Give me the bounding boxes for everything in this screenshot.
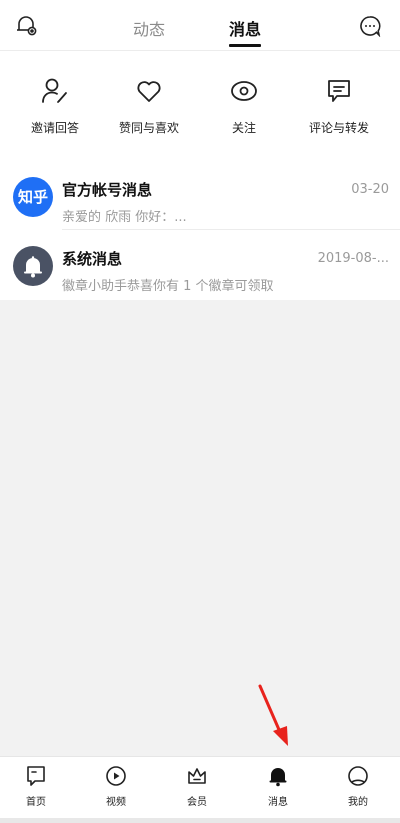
nav-item-messages[interactable]: 消息: [250, 765, 306, 808]
nav-item-home[interactable]: 首页: [8, 765, 64, 808]
bell-icon: [269, 768, 287, 787]
bottom-navigation: 首页 视频 会员 消息 我的: [0, 756, 400, 819]
tab-messages[interactable]: 消息: [229, 16, 261, 40]
quick-actions: 邀请回答 赞同与喜欢 关注 评论与转发: [0, 51, 400, 159]
message-time: 2019-08-...: [317, 251, 389, 266]
bottom-edge: [0, 818, 400, 823]
follow-button[interactable]: 关注: [201, 76, 287, 136]
comments-reposts-label: 评论与转发: [308, 121, 369, 135]
invite-answer-label: 邀请回答: [30, 121, 79, 135]
bell-icon: [24, 256, 42, 278]
likes-button[interactable]: 赞同与喜欢: [106, 76, 192, 136]
eye-icon: [231, 81, 257, 101]
zhihu-avatar: 知乎: [13, 177, 53, 217]
crown-icon: [188, 768, 206, 784]
nav-label-vip: 会员: [187, 797, 207, 808]
play-icon: [106, 766, 126, 786]
follow-label: 关注: [231, 121, 256, 135]
message-title: 官方帐号消息: [62, 181, 153, 199]
nav-label-messages: 消息: [268, 797, 288, 808]
system-avatar: [13, 246, 53, 286]
message-item-official[interactable]: 知乎 官方帐号消息 亲爱的 欣雨 你好：... 03-20: [0, 163, 400, 231]
message-item-system[interactable]: 系统消息 徽章小助手恭喜你有 1 个徽章可领取 2019-08-...: [0, 232, 400, 300]
nav-item-profile[interactable]: 我的: [330, 765, 386, 808]
person-pen-icon: [42, 78, 67, 103]
comment-icon: [328, 80, 350, 102]
profile-icon: [348, 766, 368, 786]
message-preview: 亲爱的 欣雨 你好：...: [62, 210, 187, 225]
message-time: 03-20: [351, 182, 389, 197]
nav-label-video: 视频: [106, 797, 126, 808]
invite-answer-button[interactable]: 邀请回答: [12, 76, 98, 136]
chat-bubble-icon[interactable]: [359, 15, 381, 37]
message-preview: 徽章小助手恭喜你有 1 个徽章可领取: [62, 279, 274, 294]
likes-label: 赞同与喜欢: [118, 121, 179, 135]
active-tab-indicator: [229, 44, 261, 47]
tab-dynamic[interactable]: 动态: [133, 16, 165, 40]
heart-icon: [137, 81, 161, 102]
top-bar: 动态 消息: [0, 0, 400, 51]
message-divider: [62, 229, 400, 230]
nav-item-vip[interactable]: 会员: [169, 765, 225, 808]
nav-item-video[interactable]: 视频: [88, 765, 144, 808]
nav-label-profile: 我的: [348, 797, 368, 808]
message-panel: 邀请回答 赞同与喜欢 关注 评论与转发 知乎 官方帐号消息 亲爱的 欣雨 你好：…: [0, 51, 400, 300]
nav-label-home: 首页: [26, 797, 46, 808]
annotation-arrow: [258, 684, 288, 746]
home-icon: [27, 766, 45, 786]
comments-reposts-button[interactable]: 评论与转发: [296, 76, 382, 136]
message-title: 系统消息: [62, 250, 123, 268]
bell-settings-icon[interactable]: [14, 13, 38, 37]
